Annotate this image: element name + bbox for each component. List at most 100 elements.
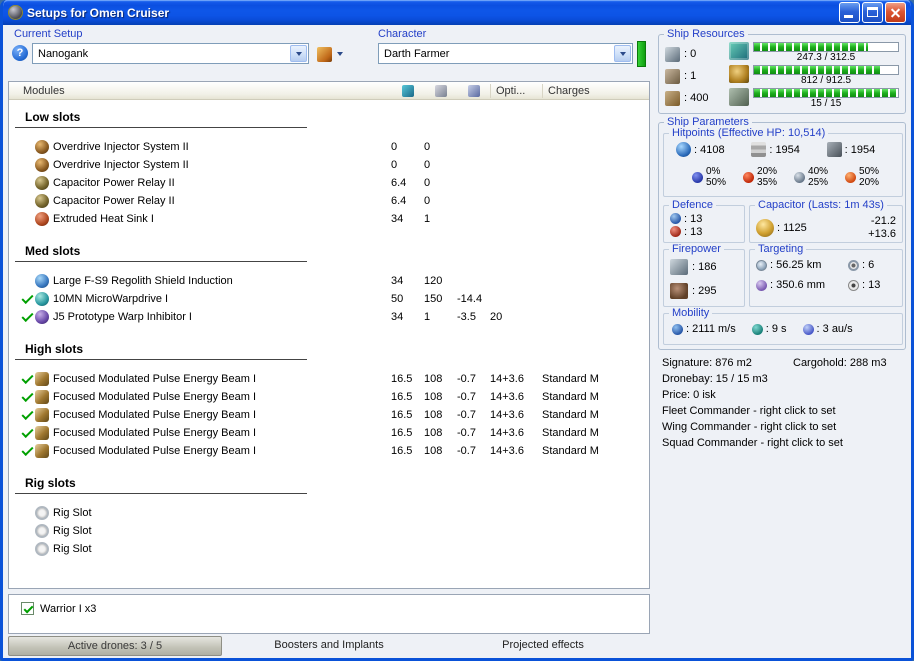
setup-combobox[interactable]: Nanogank [32, 43, 309, 64]
fleet-commander-setter[interactable]: Fleet Commander - right click to set [662, 403, 908, 419]
laser-icon [35, 408, 49, 422]
module-row[interactable]: J5 Prototype Warp Inhibitor I 34 1 -3.5 20 [9, 308, 649, 326]
targeting-range-icon [756, 259, 767, 271]
wing-commander-setter[interactable]: Wing Commander - right click to set [662, 419, 908, 435]
hitpoints-box: Hitpoints (Effective HP: 10,514) : 4108 … [663, 127, 903, 197]
shield-icon [676, 142, 691, 157]
tab-active-drones[interactable]: Active drones: 3 / 5 [8, 636, 222, 656]
powergrid-icon [729, 65, 749, 83]
module-c3: -14.4 [457, 293, 483, 305]
armor-repair-icon [670, 226, 681, 237]
module-state [19, 157, 35, 173]
module-row[interactable]: Focused Modulated Pulse Energy Beam I 16.… [9, 388, 649, 406]
column-header-charges[interactable]: Charges [542, 83, 649, 98]
help-button[interactable]: ? [12, 45, 28, 61]
mwd-icon [35, 292, 49, 306]
laser-icon [35, 444, 49, 458]
character-label: Character [378, 28, 427, 40]
module-name: Capacitor Power Relay II [53, 195, 175, 207]
module-row[interactable]: Rig Slot [9, 540, 649, 558]
powergrid-resource-row: 812 / 912.5 [729, 65, 899, 87]
module-row[interactable]: Focused Modulated Pulse Energy Beam I 16.… [9, 424, 649, 442]
module-name: Capacitor Power Relay II [53, 177, 175, 189]
active-check-icon [19, 389, 35, 405]
module-row[interactable]: Focused Modulated Pulse Energy Beam I 16.… [9, 370, 649, 388]
laser-icon [35, 426, 49, 440]
active-check-icon [19, 291, 35, 307]
module-name: Rig Slot [53, 543, 92, 555]
module-row[interactable]: Extruded Heat Sink I 34 1 [9, 210, 649, 228]
module-row[interactable]: Capacitor Power Relay II 6.4 0 [9, 174, 649, 192]
tab-projected-effects[interactable]: Projected effects [436, 636, 650, 656]
close-button[interactable] [885, 2, 906, 23]
armor-icon [751, 142, 767, 157]
capacitor-row: : 1125 -21.2 +13.6 [750, 206, 902, 241]
modules-panel: Modules Opti... Charges Low slots Overdri… [8, 81, 650, 589]
thermal-resist-icon [743, 171, 755, 183]
module-row[interactable]: Focused Modulated Pulse Energy Beam I 16.… [9, 442, 649, 460]
module-row[interactable]: Capacitor Power Relay II 6.4 0 [9, 192, 649, 210]
setup-combobox-value: Nanogank [38, 47, 89, 60]
shield-recharge-icon [670, 213, 681, 224]
module-row[interactable]: Large F-S9 Regolith Shield Induction 34 12… [9, 272, 649, 290]
drones-panel[interactable]: Warrior I x3 [8, 594, 650, 634]
app-window: Setups for Omen Cruiser Current Setup ? … [0, 0, 914, 661]
maximize-button[interactable] [862, 2, 883, 23]
module-c1: 34 [391, 213, 404, 225]
cargo-value: : 400 [684, 92, 709, 104]
slot-section: Low slots Overdrive Injector System II 0 0 O… [9, 104, 649, 228]
module-c3: -0.7 [457, 409, 476, 421]
rig-icon [35, 542, 49, 556]
thermal-resist: 20% 35% [743, 166, 777, 188]
setup-combo-dropdown-button[interactable] [290, 45, 307, 62]
module-c1: 16.5 [391, 409, 413, 421]
module-row[interactable]: Rig Slot [9, 504, 649, 522]
module-charge: Standard M [542, 391, 599, 403]
module-c1: 16.5 [391, 373, 413, 385]
drone-item[interactable]: Warrior I x3 [9, 595, 649, 615]
module-name: Rig Slot [53, 507, 92, 519]
character-status-bar [637, 41, 646, 67]
module-c1: 6.4 [391, 177, 407, 189]
em-resist: 0% 50% [692, 166, 726, 188]
column-header-optimal[interactable]: Opti... [490, 83, 542, 98]
setup-tools-button[interactable] [315, 44, 345, 64]
shield-extender-icon [35, 274, 49, 288]
signature-value: Signature: 876 m2 [662, 357, 752, 369]
tab-boosters-implants[interactable]: Boosters and Implants [222, 636, 436, 656]
module-row[interactable]: 10MN MicroWarpdrive I 50 150 -14.4 [9, 290, 649, 308]
chevron-down-icon [337, 52, 343, 56]
warp-speed-value: : 3 au/s [816, 323, 853, 335]
explosive-shield-resist: 50% [859, 166, 880, 177]
module-row[interactable]: Focused Modulated Pulse Energy Beam I 16.… [9, 406, 649, 424]
module-c1: 34 [391, 275, 404, 287]
explosive-armor-resist: 20% [859, 177, 880, 188]
module-name: Overdrive Injector System II [53, 159, 189, 171]
character-combobox[interactable]: Darth Farmer [378, 43, 633, 64]
squad-commander-setter[interactable]: Squad Commander - right click to set [662, 435, 908, 451]
module-c2: 0 [424, 141, 431, 153]
module-charge: Standard M [542, 445, 599, 457]
kinetic-armor-resist: 25% [808, 177, 829, 188]
cargohold-value: Cargohold: 288 m3 [793, 357, 887, 369]
max-targets-icon [848, 259, 859, 271]
titlebar[interactable]: Setups for Omen Cruiser [3, 0, 911, 25]
current-setup-label: Current Setup [14, 28, 83, 40]
module-c2: 0 [424, 195, 431, 207]
module-state [19, 211, 35, 227]
character-combo-dropdown-button[interactable] [614, 45, 631, 62]
turret-hardpoints-value: : 0 [684, 48, 697, 60]
module-row[interactable]: Overdrive Injector System II 0 0 [9, 156, 649, 174]
turret-hardpoint-icon [665, 46, 680, 62]
module-row[interactable]: Overdrive Injector System II 0 0 [9, 138, 649, 156]
window-title: Setups for Omen Cruiser [27, 5, 170, 20]
calibration-icon [729, 88, 749, 106]
module-row[interactable]: Rig Slot [9, 522, 649, 540]
minimize-button[interactable] [839, 2, 860, 23]
module-c1: 0 [391, 141, 398, 153]
powergrid-bar-value: 812 / 912.5 [800, 75, 852, 86]
slot-section-title: High slots [15, 342, 307, 360]
drone-checkbox[interactable] [21, 602, 34, 615]
ship-info: Signature: 876 m2 Cargohold: 288 m3 Dron… [662, 355, 908, 451]
volley-value: : 295 [692, 285, 717, 297]
